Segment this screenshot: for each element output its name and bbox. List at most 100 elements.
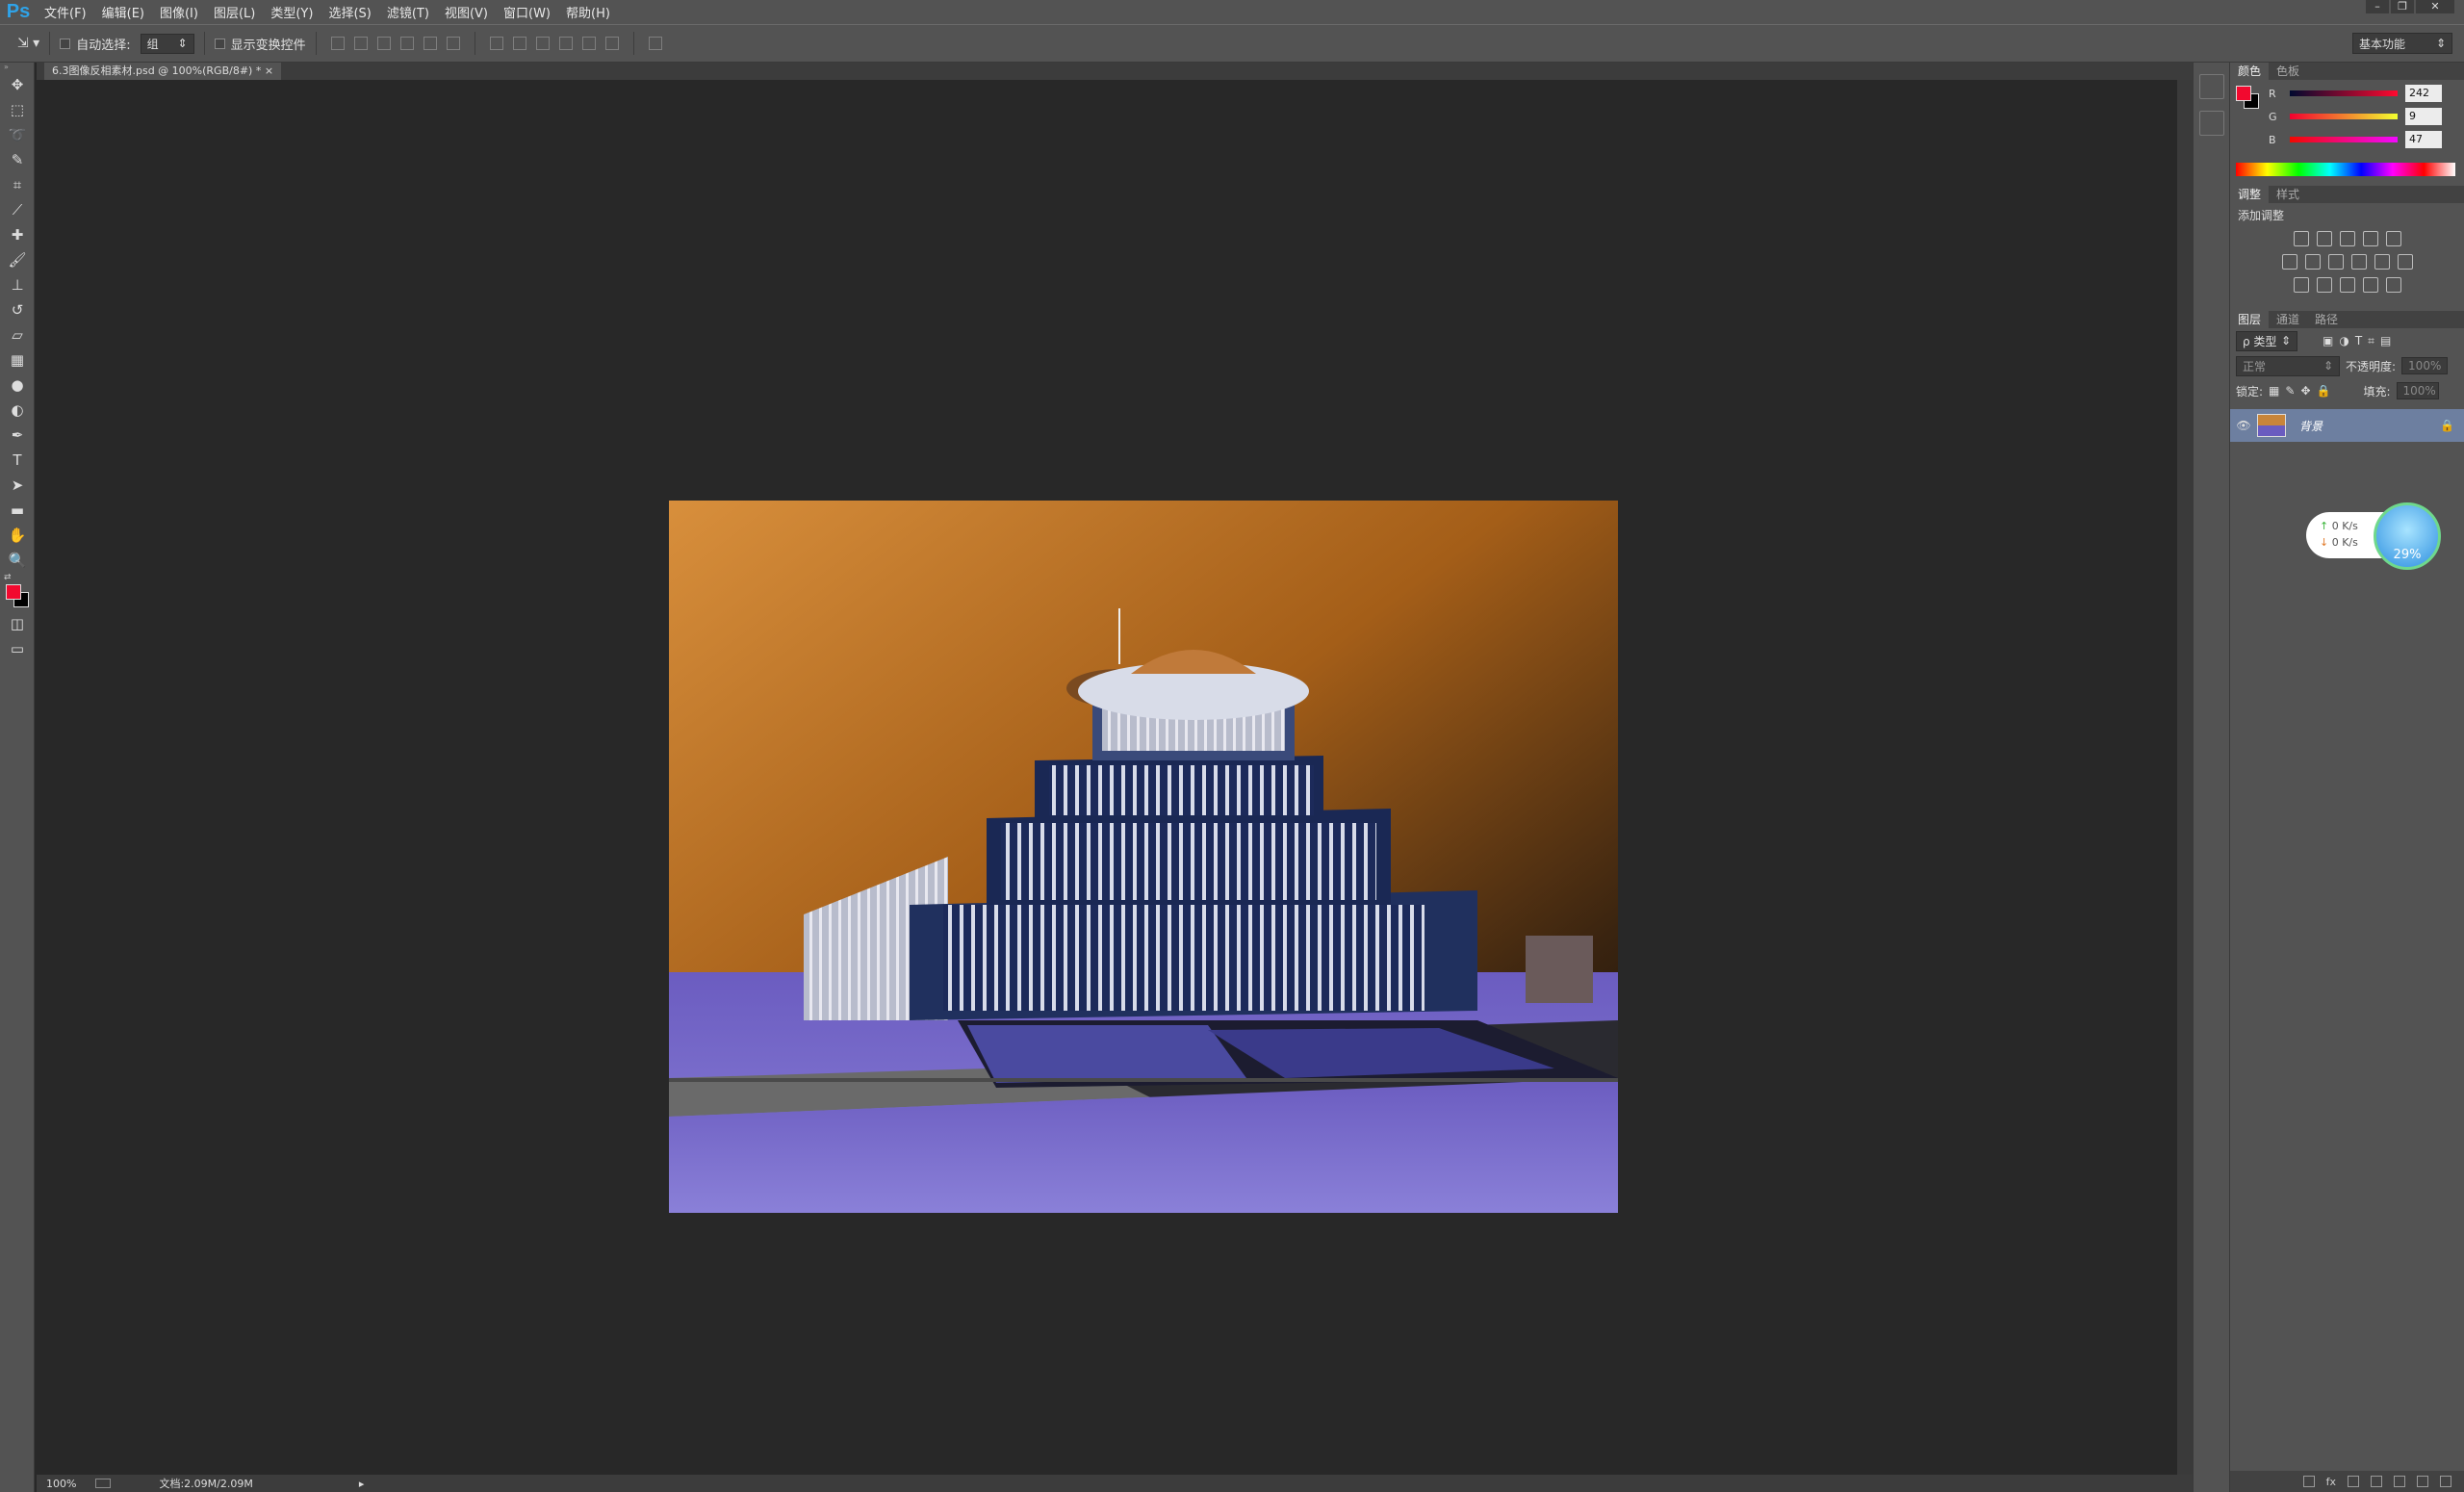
screen-mode-icon[interactable]: ▭ [0, 636, 35, 661]
distribute-top-icon[interactable] [489, 37, 503, 50]
menu-window[interactable]: 窗口(W) [496, 3, 558, 21]
swap-colors-icon[interactable]: ⇄ [0, 573, 34, 584]
brush-tool-icon[interactable]: 🖌 [0, 247, 35, 272]
blur-tool-icon[interactable]: ● [0, 373, 35, 398]
document-tab[interactable]: 6.3图像反相素材.psd @ 100%(RGB/8#) * × [44, 63, 282, 80]
visibility-eye-icon[interactable]: 👁 [2230, 419, 2257, 432]
crop-tool-icon[interactable]: ⌗ [0, 172, 35, 197]
vibrance-icon[interactable] [2385, 231, 2401, 246]
color-swatches[interactable] [0, 584, 34, 611]
filter-adjust-icon[interactable]: ◑ [2339, 334, 2348, 347]
menu-view[interactable]: 视图(V) [437, 3, 496, 21]
lock-position-icon[interactable]: ✥ [2300, 384, 2310, 398]
close-icon[interactable]: ✕ [2416, 0, 2454, 13]
filter-pixel-icon[interactable]: ▣ [2323, 334, 2333, 347]
marquee-tool-icon[interactable]: ⬚ [0, 97, 35, 122]
channel-g-slider[interactable] [2290, 114, 2398, 119]
channel-r-slider[interactable] [2290, 90, 2398, 96]
opacity-field[interactable]: 100% [2401, 357, 2449, 374]
mascot-circle[interactable]: 29% [2374, 502, 2441, 570]
posterize-icon[interactable] [2316, 277, 2332, 293]
filter-type-icon[interactable]: T [2355, 334, 2362, 347]
quick-select-tool-icon[interactable]: ✎ [0, 147, 35, 172]
invert-icon[interactable] [2293, 277, 2309, 293]
quick-mask-icon[interactable]: ◫ [0, 611, 35, 636]
channel-g-value[interactable]: 9 [2405, 108, 2442, 125]
hue-saturation-icon[interactable] [2281, 254, 2297, 270]
restore-icon[interactable]: ❐ [2391, 0, 2414, 13]
dodge-tool-icon[interactable]: ◐ [0, 398, 35, 423]
tab-layers[interactable]: 图层 [2230, 311, 2270, 328]
rectangle-tool-icon[interactable]: ▬ [0, 498, 35, 523]
layer-name[interactable]: 背景 [2299, 418, 2440, 434]
lasso-tool-icon[interactable]: ➰ [0, 122, 35, 147]
status-menu-arrow-icon[interactable]: ▸ [359, 1478, 365, 1490]
vertical-scrollbar[interactable] [2177, 80, 2193, 1476]
tab-paths[interactable]: 路径 [2307, 311, 2346, 328]
tab-adjustments[interactable]: 调整 [2230, 186, 2270, 203]
channel-r-value[interactable]: 242 [2405, 85, 2442, 102]
align-vcenter-icon[interactable] [353, 37, 368, 50]
menu-type[interactable]: 类型(Y) [263, 3, 321, 21]
document-image[interactable] [669, 501, 1618, 1213]
pen-tool-icon[interactable]: ✒ [0, 423, 35, 448]
filter-shape-icon[interactable]: ⌗ [2368, 334, 2374, 348]
channel-b-value[interactable]: 47 [2405, 131, 2442, 148]
tab-channels[interactable]: 通道 [2269, 311, 2307, 328]
distribute-right-icon[interactable] [604, 37, 619, 50]
panel-collapse-icon[interactable]: » [0, 63, 34, 72]
tab-swatches[interactable]: 色板 [2269, 63, 2307, 80]
workspace-dropdown[interactable]: 基本功能 ⇕ [2352, 33, 2452, 54]
zoom-level[interactable]: 100% [46, 1478, 76, 1490]
lock-transparency-icon[interactable]: ▦ [2269, 384, 2279, 398]
network-speed-widget[interactable]: ↑ 0 K/s ↓ 0 K/s 29% [2306, 502, 2441, 576]
add-mask-icon[interactable] [2348, 1476, 2359, 1487]
color-balance-icon[interactable] [2304, 254, 2321, 270]
tab-color[interactable]: 颜色 [2230, 63, 2270, 80]
channel-b-slider[interactable] [2290, 137, 2398, 142]
align-right-icon[interactable] [446, 37, 460, 50]
distribute-hcenter-icon[interactable] [581, 37, 596, 50]
new-group-icon[interactable] [2394, 1476, 2405, 1487]
gradient-tool-icon[interactable]: ▦ [0, 347, 35, 373]
menu-edit[interactable]: 编辑(E) [94, 3, 152, 21]
history-panel-icon[interactable] [2198, 74, 2224, 99]
eyedropper-tool-icon[interactable]: ⟋ [0, 197, 35, 222]
show-transform-checkbox[interactable] [214, 38, 225, 49]
clone-stamp-tool-icon[interactable]: ⊥ [0, 272, 35, 297]
link-layers-icon[interactable] [2302, 1476, 2315, 1487]
lock-all-icon[interactable]: 🔒 [2317, 384, 2331, 398]
lock-pixels-icon[interactable]: ✎ [2285, 384, 2295, 398]
type-tool-icon[interactable]: T [0, 448, 35, 473]
filter-smart-icon[interactable]: ▤ [2380, 334, 2391, 347]
curves-icon[interactable] [2339, 231, 2355, 246]
photo-filter-icon[interactable] [2350, 254, 2367, 270]
healing-brush-tool-icon[interactable]: ✚ [0, 222, 35, 247]
threshold-icon[interactable] [2339, 277, 2355, 293]
menu-layer[interactable]: 图层(L) [206, 3, 263, 21]
new-layer-icon[interactable] [2417, 1476, 2428, 1487]
move-tool-icon[interactable]: ✥ [0, 72, 35, 97]
color-fg-swatch[interactable] [2236, 86, 2251, 101]
brightness-icon[interactable] [2293, 231, 2309, 246]
menu-filter[interactable]: 滤镜(T) [379, 3, 437, 21]
exposure-icon[interactable] [2362, 231, 2378, 246]
fill-field[interactable]: 100% [2396, 382, 2439, 399]
auto-select-checkbox[interactable] [60, 38, 71, 49]
menu-select[interactable]: 选择(S) [321, 3, 378, 21]
distribute-left-icon[interactable] [558, 37, 573, 50]
levels-icon[interactable] [2316, 231, 2332, 246]
selective-color-icon[interactable] [2362, 277, 2378, 293]
menu-file[interactable]: 文件(F) [37, 3, 94, 21]
channel-mixer-icon[interactable] [2374, 254, 2390, 270]
new-adjustment-icon[interactable] [2371, 1476, 2382, 1487]
auto-select-dropdown[interactable]: 组 ⇕ [140, 33, 194, 54]
path-select-tool-icon[interactable]: ➤ [0, 473, 35, 498]
color-lookup-icon[interactable] [2397, 254, 2413, 270]
distribute-bottom-icon[interactable] [535, 37, 550, 50]
color-spectrum-bar[interactable] [2236, 163, 2455, 176]
canvas-area[interactable] [37, 80, 2193, 1476]
layer-filter-dropdown[interactable]: ρ 类型 ⇕ [2236, 330, 2297, 351]
align-bottom-icon[interactable] [376, 37, 391, 50]
auto-align-icon[interactable] [648, 37, 662, 50]
